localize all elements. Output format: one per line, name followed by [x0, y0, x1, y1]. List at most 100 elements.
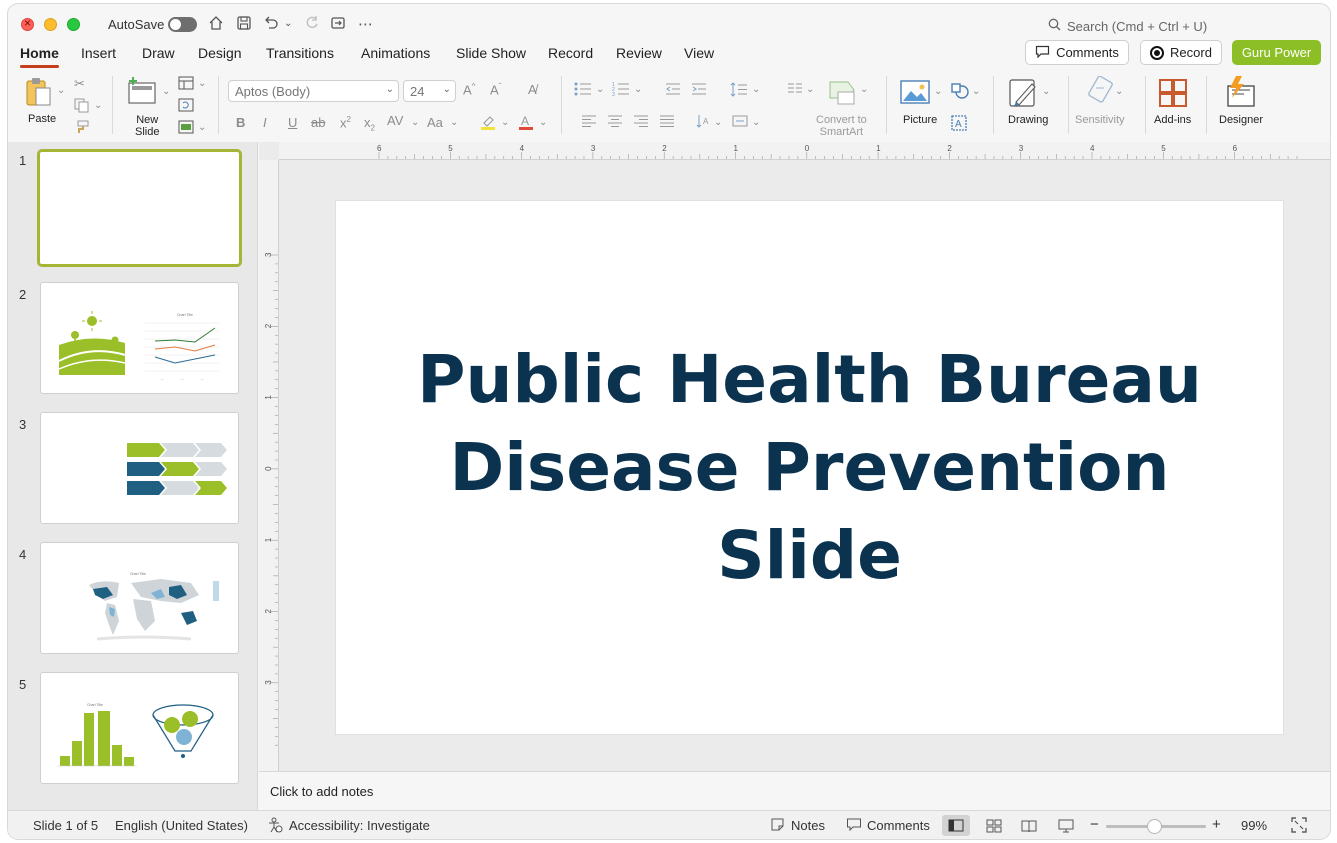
zoom-window-button[interactable] — [67, 18, 80, 31]
reset-slide-icon[interactable] — [178, 98, 194, 115]
paste-dropdown-icon[interactable]: ⌄ — [57, 85, 65, 96]
increase-font-size-icon[interactable]: A^ — [463, 82, 475, 97]
underline-icon[interactable]: U — [288, 115, 297, 130]
sensitivity-icon[interactable] — [1086, 75, 1114, 109]
strikethrough-icon[interactable]: ab — [311, 115, 325, 130]
undo-dropdown-icon[interactable]: ⌄ — [284, 18, 292, 29]
slide-sorter-view-button[interactable] — [980, 815, 1008, 836]
comments-button[interactable]: Comments — [1025, 40, 1129, 65]
tab-transitions[interactable]: Transitions — [266, 45, 334, 61]
fit-slide-icon[interactable] — [1291, 817, 1307, 836]
tab-slide-show[interactable]: Slide Show — [456, 45, 526, 61]
customize-icon[interactable] — [330, 15, 346, 35]
line-spacing-dropdown-icon[interactable]: ⌄ — [752, 84, 760, 95]
sensitivity-dropdown-icon[interactable]: ⌄ — [1115, 86, 1123, 97]
add-ins-icon[interactable] — [1158, 78, 1188, 111]
format-painter-icon[interactable] — [74, 120, 89, 137]
numbering-dropdown-icon[interactable]: ⌄ — [634, 84, 642, 95]
font-color-dropdown-icon[interactable]: ⌄ — [539, 117, 547, 128]
paste-icon[interactable] — [24, 76, 54, 111]
font-size-select[interactable]: 24 ⌄ — [403, 80, 456, 102]
decrease-font-size-icon[interactable]: Aˇ — [490, 82, 501, 97]
notes-icon[interactable] — [770, 817, 785, 835]
zoom-level[interactable]: 99% — [1241, 818, 1267, 833]
highlight-dropdown-icon[interactable]: ⌄ — [501, 117, 509, 128]
drawing-dropdown-icon[interactable]: ⌄ — [1042, 86, 1050, 97]
section-dropdown-icon[interactable]: ⌄ — [198, 122, 206, 133]
slide-title[interactable]: Public Health Bureau Disease Prevention … — [417, 336, 1202, 600]
columns-dropdown-icon[interactable]: ⌄ — [806, 84, 814, 95]
guru-power-button[interactable]: Guru Power — [1232, 40, 1321, 65]
accessibility-icon[interactable] — [267, 817, 283, 836]
status-comment-icon[interactable] — [846, 817, 862, 835]
font-color-icon[interactable]: A — [518, 113, 534, 133]
tab-home[interactable]: Home — [20, 45, 59, 68]
line-spacing-icon[interactable] — [730, 82, 748, 100]
text-direction-dropdown-icon[interactable]: ⌄ — [714, 117, 722, 128]
increase-indent-icon[interactable] — [691, 82, 707, 99]
picture-dropdown-icon[interactable]: ⌄ — [934, 86, 942, 97]
normal-view-button[interactable] — [942, 815, 970, 836]
layout-icon[interactable] — [178, 76, 194, 93]
shapes-icon[interactable] — [950, 82, 970, 103]
numbering-icon[interactable]: 123 — [612, 82, 630, 99]
tab-design[interactable]: Design — [198, 45, 242, 61]
close-window-button[interactable] — [21, 16, 34, 31]
tab-review[interactable]: Review — [616, 45, 662, 61]
slide-thumbnail-2[interactable]: Chart Title — — — — [40, 282, 239, 394]
change-case-dropdown-icon[interactable]: ⌄ — [450, 117, 458, 128]
bold-icon[interactable]: B — [236, 115, 245, 130]
shapes-dropdown-icon[interactable]: ⌄ — [972, 86, 980, 97]
new-slide-icon[interactable] — [126, 76, 158, 109]
tab-draw[interactable]: Draw — [142, 45, 175, 61]
minimize-window-button[interactable] — [44, 18, 57, 31]
align-right-icon[interactable] — [633, 115, 649, 130]
section-icon[interactable] — [178, 120, 194, 137]
status-comments-button[interactable]: Comments — [867, 818, 930, 833]
home-icon[interactable] — [208, 15, 224, 35]
redo-icon[interactable] — [304, 15, 320, 35]
search-field[interactable]: Search (Cmd + Ctrl + U) — [1048, 18, 1207, 34]
zoom-in-button[interactable]: + — [1212, 816, 1221, 833]
slide-thumbnail-4[interactable]: Chart Title — [40, 542, 239, 654]
text-box-icon[interactable]: A — [951, 115, 967, 134]
notes-pane[interactable]: Click to add notes — [259, 771, 1330, 809]
drawing-icon[interactable] — [1008, 76, 1040, 113]
smartart-icon[interactable] — [828, 80, 858, 109]
align-text-icon[interactable] — [732, 113, 748, 132]
text-direction-icon[interactable]: A — [695, 113, 711, 132]
zoom-slider-knob[interactable] — [1147, 819, 1162, 834]
copy-icon[interactable] — [74, 98, 90, 116]
character-spacing-icon[interactable]: AV — [387, 113, 403, 128]
italic-icon[interactable]: I — [263, 115, 267, 130]
clear-formatting-icon[interactable]: A̸ — [528, 82, 537, 97]
cut-icon[interactable]: ✂ — [74, 76, 85, 92]
bullets-dropdown-icon[interactable]: ⌄ — [596, 84, 604, 95]
font-name-select[interactable]: Aptos (Body) ⌄ — [228, 80, 399, 102]
superscript-icon[interactable]: x2 — [340, 115, 351, 130]
reading-view-button[interactable] — [1015, 815, 1043, 836]
change-case-icon[interactable]: Aa — [427, 115, 443, 130]
slide-thumbnail-3[interactable] — [40, 412, 239, 524]
bullets-icon[interactable] — [574, 82, 592, 99]
record-button[interactable]: Record — [1140, 40, 1222, 65]
slide-thumbnail-1[interactable] — [37, 149, 242, 267]
undo-icon[interactable] — [263, 15, 279, 35]
current-slide[interactable]: Public Health Bureau Disease Prevention … — [336, 201, 1283, 734]
autosave-toggle[interactable] — [168, 17, 197, 32]
save-icon[interactable] — [236, 15, 252, 35]
designer-icon[interactable] — [1224, 76, 1258, 111]
columns-icon[interactable] — [787, 82, 803, 97]
tab-animations[interactable]: Animations — [361, 45, 430, 61]
zoom-out-button[interactable]: − — [1090, 816, 1099, 833]
tab-view[interactable]: View — [684, 45, 714, 61]
slide-show-view-button[interactable] — [1052, 815, 1080, 836]
align-left-icon[interactable] — [581, 115, 597, 130]
picture-icon[interactable] — [900, 80, 930, 107]
new-slide-dropdown-icon[interactable]: ⌄ — [162, 86, 170, 97]
tab-insert[interactable]: Insert — [81, 45, 116, 61]
layout-dropdown-icon[interactable]: ⌄ — [198, 78, 206, 89]
notes-button[interactable]: Notes — [791, 818, 825, 833]
subscript-icon[interactable]: x2 — [364, 115, 375, 133]
align-center-icon[interactable] — [607, 115, 623, 130]
